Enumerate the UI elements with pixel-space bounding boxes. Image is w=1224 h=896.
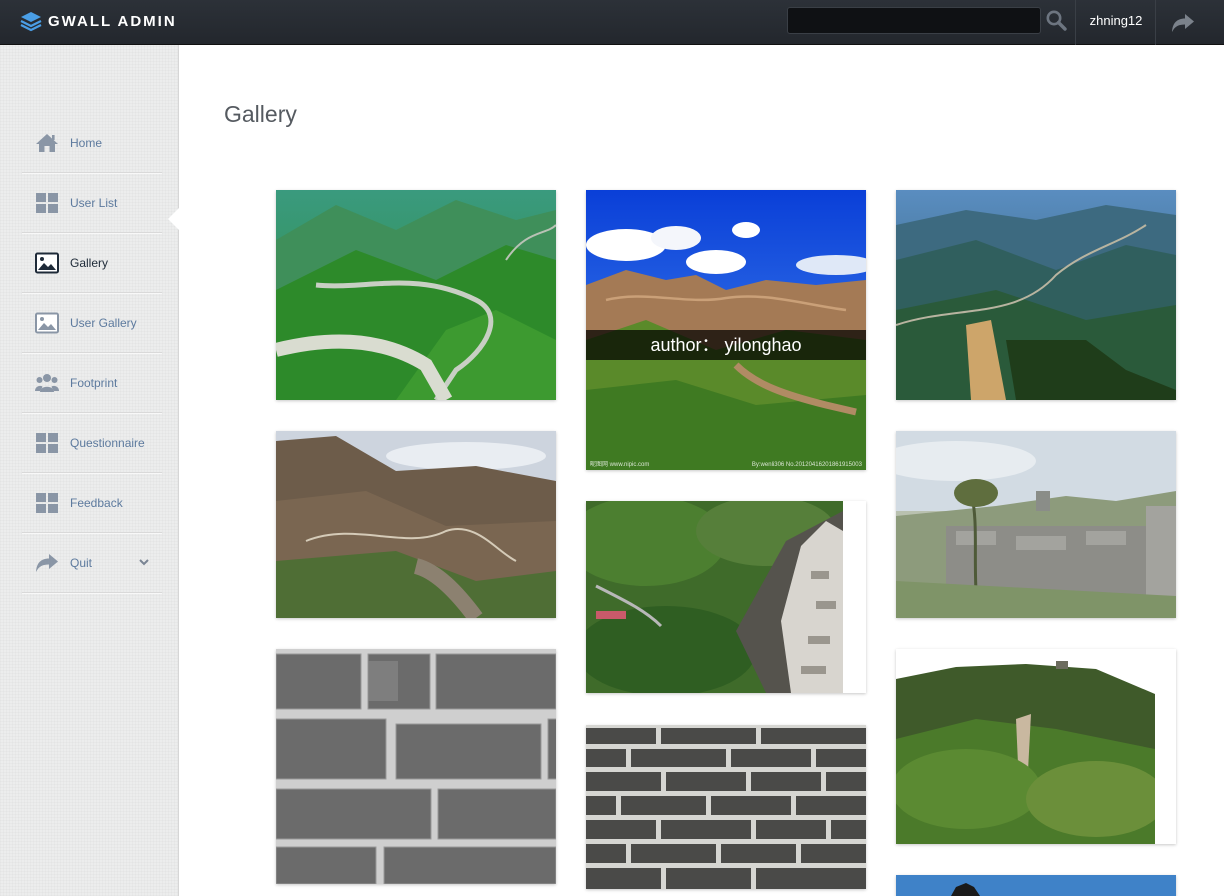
active-indicator bbox=[168, 208, 179, 230]
sidebar-item-feedback[interactable]: Feedback bbox=[22, 473, 162, 533]
gallery-image bbox=[896, 875, 1176, 896]
gallery-photo[interactable] bbox=[276, 431, 556, 618]
image-icon bbox=[35, 252, 59, 274]
sidebar-item-gallery[interactable]: Gallery bbox=[22, 233, 162, 293]
layers-icon bbox=[20, 12, 42, 32]
sidebar-item-quit[interactable]: Quit bbox=[22, 533, 162, 593]
sidebar-item-user-list[interactable]: User List bbox=[22, 173, 162, 233]
gallery-photo[interactable] bbox=[586, 725, 866, 889]
gallery-image bbox=[276, 431, 556, 618]
share-icon bbox=[1172, 13, 1194, 32]
sidebar-item-label: Home bbox=[70, 135, 103, 150]
sidebar-item-label: Questionnaire bbox=[70, 435, 145, 450]
watermark-right: By:wenli306 No.20120416201861915003 bbox=[751, 462, 862, 468]
grid-icon bbox=[35, 192, 59, 214]
logout-button[interactable] bbox=[1158, 0, 1208, 45]
home-icon bbox=[35, 132, 59, 154]
sidebar-item-label: User Gallery bbox=[70, 315, 137, 330]
gallery-photo[interactable] bbox=[896, 190, 1176, 400]
gallery-photo[interactable] bbox=[586, 501, 866, 693]
search-button[interactable] bbox=[1045, 9, 1069, 33]
sidebar-nav: Home User List Gallery User Gallery Foot bbox=[22, 113, 162, 593]
gallery-image bbox=[896, 649, 1155, 844]
search-input[interactable] bbox=[787, 7, 1041, 34]
sidebar-item-label: Feedback bbox=[70, 495, 123, 510]
gallery-image bbox=[586, 725, 866, 889]
share-icon bbox=[35, 552, 59, 574]
brand[interactable]: GWALL ADMIN bbox=[20, 9, 177, 33]
author-caption: author： yilonghao bbox=[586, 330, 866, 360]
grid-icon bbox=[35, 432, 59, 454]
page-title: Gallery bbox=[224, 101, 297, 127]
gallery-photo[interactable] bbox=[896, 649, 1176, 844]
grid-icon bbox=[35, 492, 59, 514]
gallery-photo[interactable] bbox=[276, 190, 556, 400]
gallery-image bbox=[586, 501, 843, 693]
divider bbox=[1075, 0, 1076, 45]
user-menu[interactable]: zhning12 bbox=[1078, 0, 1154, 45]
divider bbox=[1155, 0, 1156, 45]
gallery-image bbox=[896, 190, 1176, 400]
sidebar-item-label: Gallery bbox=[70, 255, 109, 270]
gallery-photo[interactable] bbox=[896, 875, 1176, 896]
gallery-image bbox=[276, 649, 556, 884]
sidebar-item-label: Footprint bbox=[70, 375, 118, 390]
sidebar-item-label: Quit bbox=[70, 555, 93, 570]
sidebar: Home User List Gallery User Gallery Foot bbox=[0, 45, 179, 896]
watermark-left: 昵图网 www.nipic.com bbox=[590, 462, 650, 468]
image-icon bbox=[35, 312, 59, 334]
users-icon bbox=[35, 372, 59, 394]
top-navbar: GWALL ADMIN zhning12 bbox=[0, 0, 1224, 45]
gallery-image bbox=[276, 190, 556, 400]
gallery-photo[interactable] bbox=[276, 649, 556, 884]
sidebar-item-footprint[interactable]: Footprint bbox=[22, 353, 162, 413]
sidebar-item-questionnaire[interactable]: Questionnaire bbox=[22, 413, 162, 473]
sidebar-item-user-gallery[interactable]: User Gallery bbox=[22, 293, 162, 353]
gallery-image bbox=[896, 431, 1176, 618]
gallery-photo[interactable]: author： yilonghao 昵图网 www.nipic.com By:w… bbox=[586, 190, 866, 470]
sidebar-item-label: User List bbox=[70, 195, 118, 210]
brand-title: GWALL ADMIN bbox=[48, 12, 177, 30]
search-icon bbox=[1046, 10, 1067, 31]
sidebar-item-home[interactable]: Home bbox=[22, 113, 162, 173]
gallery-photo[interactable] bbox=[896, 431, 1176, 618]
chevron-down-icon[interactable] bbox=[138, 556, 150, 568]
